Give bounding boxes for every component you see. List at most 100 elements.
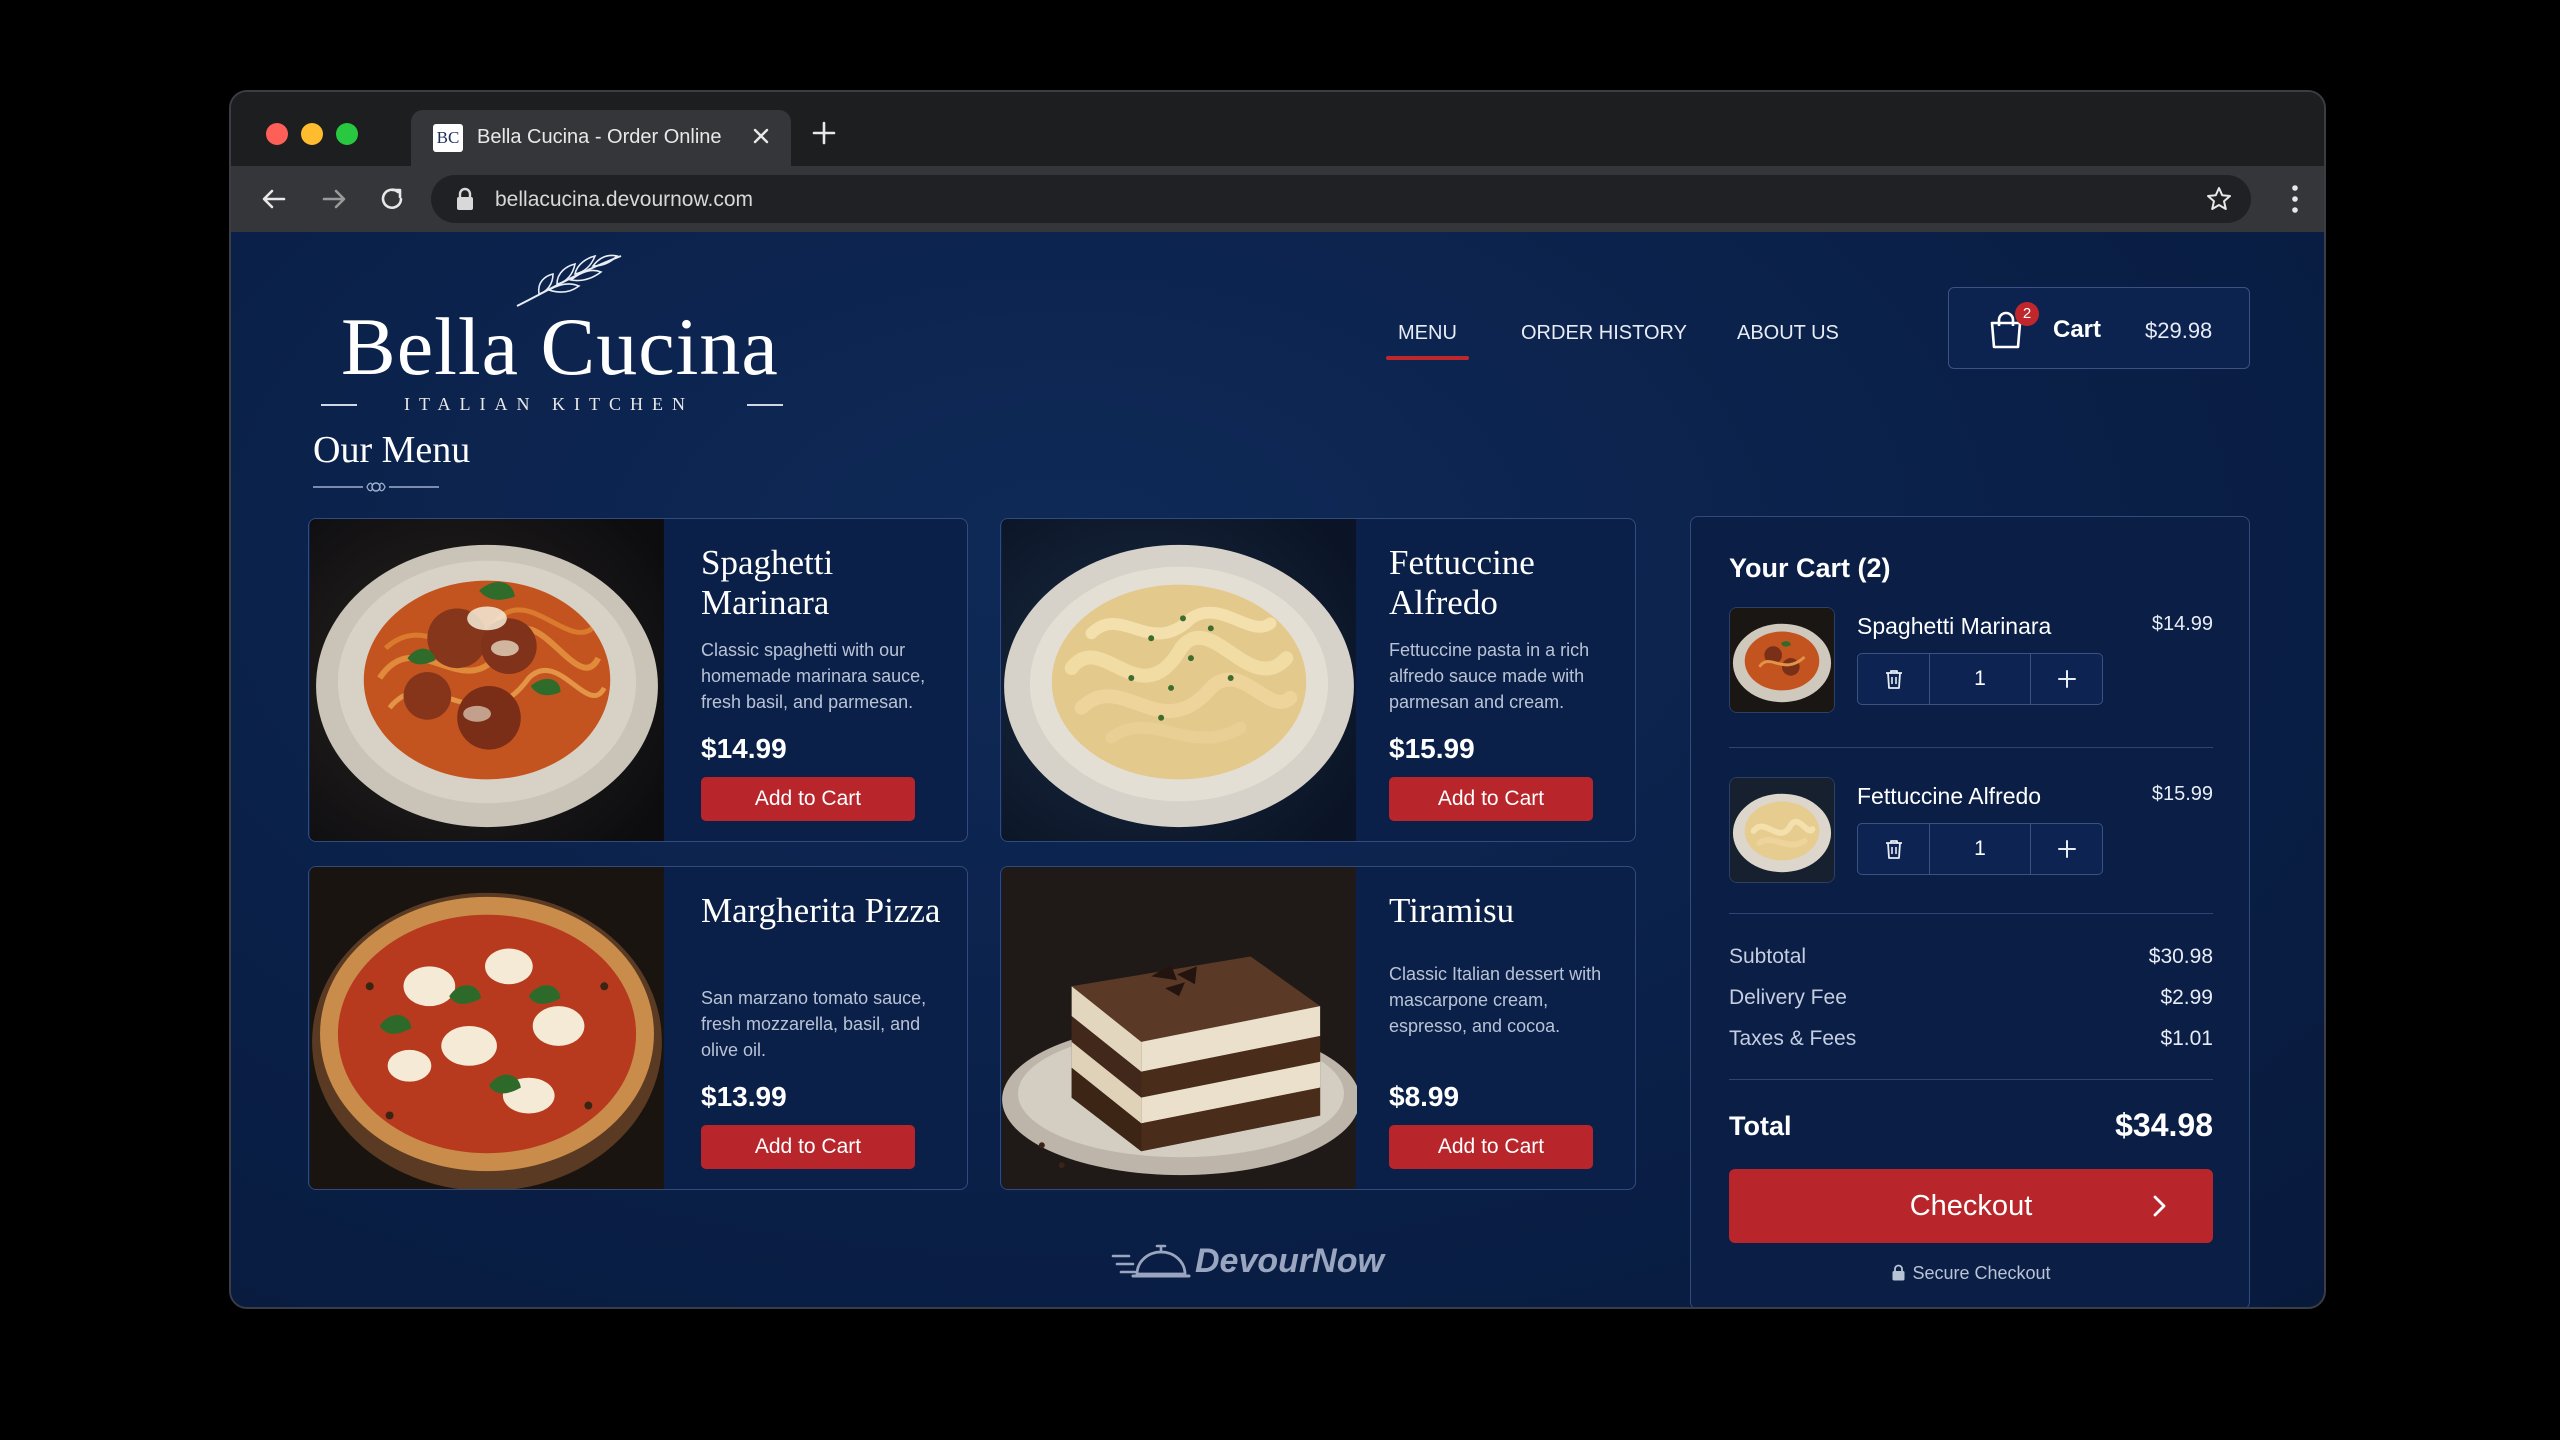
remove-item-button[interactable] — [1858, 824, 1930, 874]
tab-title: Bella Cucina - Order Online — [477, 126, 722, 148]
brand-logo[interactable]: Bella Cucina ITALIAN KITCHEN — [321, 242, 801, 414]
forward-icon[interactable] — [317, 182, 351, 216]
increase-quantity-button[interactable] — [2030, 824, 2102, 874]
restaurant-page: Bella Cucina ITALIAN KITCHEN MENU ORDER … — [231, 232, 2324, 1307]
cart-item-price: $15.99 — [2151, 783, 2213, 805]
summary-value: $1.01 — [2160, 1027, 2213, 1050]
menu-item-description: Fettuccine pasta in a rich alfredo sauce… — [1389, 640, 1590, 712]
logo-divider-left — [321, 404, 357, 406]
trash-icon — [1886, 840, 1902, 859]
summary-label: Delivery Fee — [1729, 986, 1847, 1009]
total-label: Total — [1729, 1111, 1792, 1141]
brand-tagline: ITALIAN KITCHEN — [403, 394, 695, 414]
trash-icon — [1886, 670, 1902, 689]
spaghetti-image — [309, 519, 665, 841]
powered-by-brand: DevourNow — [1195, 1242, 1384, 1280]
address-bar[interactable]: bellacucina.devournow.com — [431, 175, 2251, 223]
plus-icon — [2058, 840, 2076, 858]
tab-close-icon[interactable] — [747, 122, 775, 150]
menu-section-title: Our Menu — [313, 429, 471, 471]
plus-icon — [2058, 670, 2076, 688]
menu-item-price: $14.99 — [701, 733, 787, 764]
summary-label: Taxes & Fees — [1729, 1027, 1857, 1050]
cart-item: Fettuccine Alfredo $15.99 1 — [1729, 777, 2213, 887]
ornament-divider-icon — [313, 482, 439, 492]
cart-divider — [1729, 913, 2213, 914]
cart-item-price: $14.99 — [2151, 613, 2213, 635]
menu-item-name: Margherita Pizza — [701, 891, 941, 930]
summary-label: Subtotal — [1729, 945, 1807, 968]
cart-item-thumbnail — [1729, 777, 1835, 883]
browser-menu-icon[interactable] — [2290, 183, 2300, 215]
secure-checkout-note: Secure Checkout — [1729, 1263, 2213, 1284]
add-to-cart-button[interactable]: Add to Cart — [701, 777, 915, 821]
lock-icon — [1892, 1264, 1905, 1281]
menu-item-price: $15.99 — [1389, 733, 1475, 764]
nav-menu[interactable]: MENU — [1386, 322, 1469, 360]
add-to-cart-button[interactable]: Add to Cart — [701, 1125, 915, 1169]
bookmark-star-icon[interactable] — [2205, 185, 2233, 213]
logo-divider-right — [747, 404, 783, 406]
devournow-logo[interactable]: DevourNow — [1111, 1232, 1391, 1292]
chevron-right-icon — [2153, 1195, 2166, 1217]
url-text: bellacucina.devournow.com — [495, 188, 753, 211]
fettuccine-image — [1001, 519, 1357, 841]
increase-quantity-button[interactable] — [2030, 654, 2102, 704]
menu-item-price: $13.99 — [701, 1081, 787, 1112]
back-icon[interactable] — [257, 182, 291, 216]
menu-card-tiramisu: Tiramisu Classic Italian dessert with ma… — [1000, 866, 1636, 1190]
browser-titlebar: BC Bella Cucina - Order Online — [231, 92, 2324, 166]
quantity-value[interactable]: 1 — [1930, 824, 2030, 874]
cart-total: $29.98 — [2145, 318, 2213, 343]
cart-divider — [1729, 1079, 2213, 1080]
menu-item-description: Classic Italian dessert with mascarpone … — [1389, 964, 1602, 1036]
menu-item-description: Classic spaghetti with our homemade mari… — [701, 640, 926, 712]
menu-card-spaghetti: Spaghetti Marinara Classic spaghetti wit… — [308, 518, 968, 842]
reload-icon[interactable] — [375, 182, 409, 216]
summary-value: $2.99 — [2160, 986, 2213, 1009]
nav-about-us[interactable]: ABOUT US — [1737, 322, 1839, 345]
checkout-label: Checkout — [1909, 1190, 2033, 1222]
nav-order-history[interactable]: ORDER HISTORY — [1521, 322, 1687, 345]
cart-divider — [1729, 747, 2213, 748]
cloche-icon — [1111, 1244, 1191, 1278]
cart-item-thumbnail — [1729, 607, 1835, 713]
menu-item-name: Tiramisu — [1389, 891, 1515, 930]
new-tab-icon[interactable] — [809, 118, 839, 148]
minimize-window-button[interactable] — [301, 123, 323, 145]
quantity-stepper: 1 — [1857, 653, 2103, 705]
menu-card-fettuccine: Fettuccine Alfredo Fettuccine pasta in a… — [1000, 518, 1636, 842]
quantity-stepper: 1 — [1857, 823, 2103, 875]
add-to-cart-button[interactable]: Add to Cart — [1389, 1125, 1593, 1169]
maximize-window-button[interactable] — [336, 123, 358, 145]
favicon-icon: BC — [433, 124, 463, 152]
remove-item-button[interactable] — [1858, 654, 1930, 704]
quantity-value[interactable]: 1 — [1930, 654, 2030, 704]
cart-label: Cart — [2053, 316, 2102, 343]
tiramisu-image — [1001, 867, 1357, 1189]
browser-window: BC Bella Cucina - Order Online bellacuci… — [229, 90, 2326, 1309]
menu-item-name: Fettuccine Alfredo — [1389, 543, 1535, 622]
menu-item-name: Spaghetti Marinara — [701, 543, 834, 622]
summary-value: $30.98 — [2148, 945, 2213, 968]
taxes-fees-row: Taxes & Fees $1.01 — [1729, 1027, 2213, 1051]
browser-toolbar: bellacucina.devournow.com — [231, 166, 2324, 232]
cart-item-name: Spaghetti Marinara — [1857, 613, 2052, 639]
lock-icon — [457, 187, 473, 210]
brand-name: Bella Cucina — [341, 301, 779, 392]
cart-panel-title: Your Cart (2) — [1729, 553, 1891, 583]
cart-item-name: Fettuccine Alfredo — [1857, 783, 2042, 809]
subtotal-row: Subtotal $30.98 — [1729, 945, 2213, 969]
cart-count-badge: 2 — [2015, 302, 2039, 326]
add-to-cart-button[interactable]: Add to Cart — [1389, 777, 1593, 821]
browser-tab[interactable]: BC Bella Cucina - Order Online — [411, 110, 791, 166]
menu-card-margherita: Margherita Pizza San marzano tomato sauc… — [308, 866, 968, 1190]
header-cart-button[interactable]: 2 Cart $29.98 — [1948, 287, 2250, 369]
secure-checkout-label: Secure Checkout — [1912, 1263, 2051, 1283]
close-window-button[interactable] — [266, 123, 288, 145]
pizza-image — [309, 867, 665, 1189]
delivery-fee-row: Delivery Fee $2.99 — [1729, 986, 2213, 1010]
total-value: $34.98 — [2115, 1107, 2213, 1143]
checkout-button[interactable]: Checkout — [1729, 1169, 2213, 1243]
cart-item: Spaghetti Marinara $14.99 1 — [1729, 607, 2213, 717]
